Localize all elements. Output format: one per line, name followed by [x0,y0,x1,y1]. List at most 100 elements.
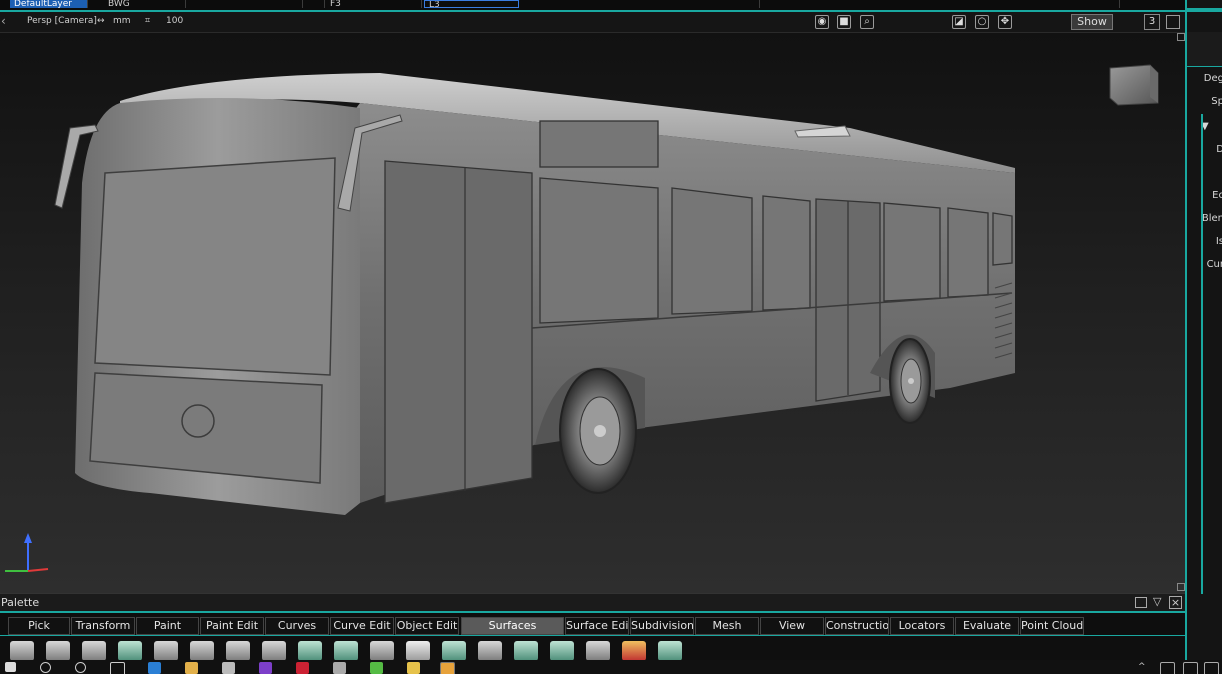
tab-mesh[interactable]: Mesh [695,617,759,635]
tab-transform[interactable]: Transform [71,617,135,635]
palette-header: Palette ▽ × [0,593,1185,612]
layer-tab-4[interactable] [305,0,325,8]
tab-surface-edit[interactable]: Surface Edit [565,617,629,635]
tab-evaluate[interactable]: Evaluate [955,617,1019,635]
app-icon-yellow[interactable] [407,662,420,674]
tab-paint[interactable]: Paint [136,617,199,635]
skin-icon[interactable] [82,641,106,661]
palette-tabs: Pick Transform Paint Paint Edit Curves C… [0,611,1185,635]
tab-point-clouds[interactable]: Point Clouds [1020,617,1084,635]
maximize-icon[interactable] [1166,15,1180,29]
search-icon[interactable] [40,662,51,673]
panel-accent [1187,8,1222,12]
degree-label: Deg [1203,73,1222,84]
fillet-icon[interactable] [370,641,394,661]
pan-icon[interactable]: ✥ [998,15,1012,29]
tab-curves[interactable]: Curves [265,617,329,635]
viewport-collapse-icon[interactable]: ‹ [1,14,6,28]
tube-icon[interactable] [586,641,610,661]
alias-app-icon[interactable] [440,662,455,674]
blend-surface-icon[interactable] [298,641,322,661]
axis-gizmo [5,533,49,572]
extrude-icon[interactable] [226,641,250,661]
rail-icon[interactable] [190,641,214,661]
view-cube-icon[interactable]: ◪ [952,15,966,29]
viewport-resize-icon[interactable] [1177,583,1185,591]
freeform-blend-icon[interactable] [406,641,430,661]
view-cube[interactable] [1109,64,1159,106]
layer-tab-f3[interactable]: F3 [326,0,422,8]
boundary-icon[interactable] [118,641,142,661]
revolve-icon[interactable] [46,641,70,661]
sphere-icon[interactable]: ○ [975,15,989,29]
viewport-header: ‹ Persp [Camera] ↔ mm ⌗ 100 ◉ ■ ⌕ ◪ ○ ✥ … [0,12,1185,33]
start-icon[interactable] [5,662,16,672]
flange-icon[interactable] [478,641,502,661]
grid-scale-label: 100 [166,16,184,26]
layer-tab-l3[interactable]: L3 [424,0,519,8]
blend-label: Blen [1201,213,1222,224]
control-panel: Deg Sp ▼ D Ec Blen Is Cur [1185,0,1222,660]
edge-icon[interactable] [148,662,161,674]
app-icon-purple[interactable] [259,662,272,674]
bus-model[interactable] [0,33,1185,593]
palette-list-icon[interactable] [1135,597,1147,608]
notification-icon[interactable] [1183,662,1198,674]
camera-icon[interactable]: ◉ [815,15,829,29]
palette-close-icon[interactable]: × [1169,596,1182,609]
panel-label-ec: Ec [1212,190,1222,201]
app-icon-green[interactable] [370,662,383,674]
tab-surfaces[interactable]: Surfaces [461,617,564,635]
panel-label-is: Is [1215,236,1222,247]
alias-window: DefaultLayer BWG F3 L3 ‹ Persp [Camera] … [0,0,1222,674]
draft-icon[interactable] [550,641,574,661]
layer-tab-7[interactable] [640,0,760,8]
multi-blend-icon[interactable] [262,641,286,661]
tab-construction[interactable]: Construction [825,617,889,635]
units-label: mm [113,16,131,26]
grid-scale-icon: ⌗ [145,16,151,26]
tube-flange-icon[interactable] [514,641,538,661]
taskbar: ^ [0,660,1222,674]
offset-icon[interactable] [442,641,466,661]
tab-view[interactable]: View [760,617,824,635]
layer-tab-3[interactable] [205,0,303,8]
perspective-viewport[interactable] [0,33,1185,593]
view-number-field[interactable]: 3 [1144,14,1160,30]
tab-object-edit[interactable]: Object Edit [395,617,459,635]
app-icon-gray[interactable] [333,662,346,674]
task-view-icon[interactable] [110,662,125,674]
tab-curve-edit[interactable]: Curve Edit [330,617,394,635]
square-icon[interactable] [154,641,178,661]
store-icon[interactable] [222,662,235,674]
zoom-icon[interactable]: ⌕ [860,15,874,29]
panel-header [1187,32,1222,67]
show-button[interactable]: Show [1071,14,1113,30]
tray-chevron-icon[interactable]: ^ [1138,662,1151,674]
layer-tab-8[interactable] [1000,0,1120,8]
tab-locators[interactable]: Locators [890,617,954,635]
tab-paint-edit[interactable]: Paint Edit [200,617,264,635]
layer-tab-default[interactable]: DefaultLayer [10,0,88,8]
cortana-icon[interactable] [75,662,86,673]
network-icon[interactable] [1160,662,1175,674]
tab-subdivision[interactable]: Subdivision [630,617,694,635]
primitive-sphere-icon[interactable] [10,641,34,661]
camera-label[interactable]: Persp [Camera] [27,16,97,26]
plane-icon[interactable] [622,641,646,661]
palette-collapse-icon[interactable]: ▽ [1153,595,1161,608]
tab-pick[interactable]: Pick [8,617,70,635]
video-camera-icon[interactable]: ■ [837,15,851,29]
round-icon[interactable] [334,641,358,661]
layer-bar: DefaultLayer BWG F3 L3 [0,0,1185,12]
section-expand-icon[interactable]: ▼ [1187,121,1222,132]
panel-divider [1201,114,1203,594]
volume-icon[interactable] [1204,662,1219,674]
explorer-icon[interactable] [185,662,198,674]
surface-fillet-icon[interactable] [658,641,682,661]
layer-tab-bwg[interactable]: BWG [104,0,186,8]
app-icon-red[interactable] [296,662,309,674]
viewport-corner-icon[interactable] [1177,33,1185,41]
units-arrow-icon: ↔ [97,16,105,26]
surface-tools [0,635,1185,661]
